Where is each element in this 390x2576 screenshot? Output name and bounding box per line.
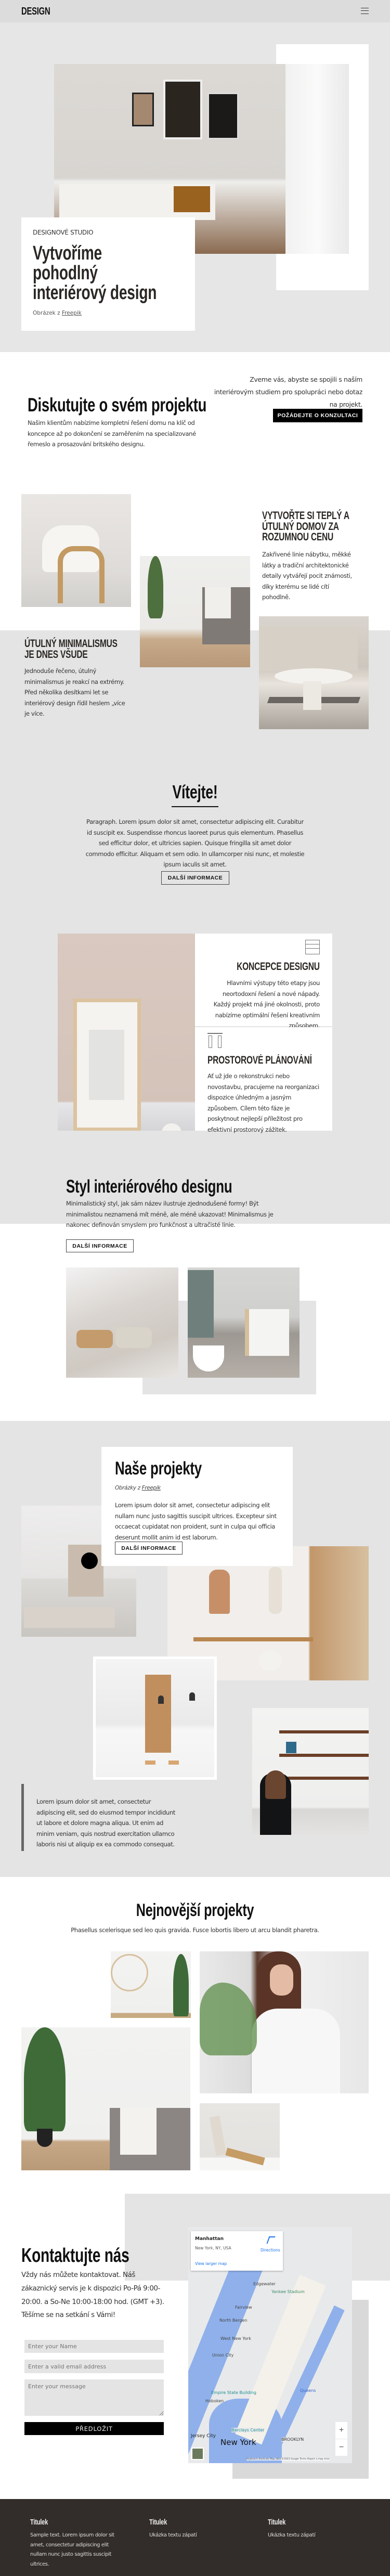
projects-card: Naše projekty Obrázky z Freepik Lorem ip… [101, 1447, 293, 1566]
service-title: PROSTOROVÉ PLÁNOVÁNÍ [207, 1054, 312, 1066]
sofa-table-image [259, 616, 369, 729]
map-label: West New York [220, 2336, 251, 2341]
style-title: Styl interiérového designu [66, 1176, 232, 1197]
welcome-title: Vítejte! [172, 781, 218, 802]
curtains-icon [207, 1033, 223, 1048]
projects-title: Naše projekty [115, 1458, 202, 1479]
plant-sofa-image [140, 556, 250, 667]
map-label: Empire State Building [211, 2390, 256, 2395]
freepik-link[interactable]: Freepik [142, 1485, 161, 1491]
warm-home-text: Zakřivené linie nábytku, měkké látky a t… [262, 551, 352, 601]
map-label: North Bergen [219, 2318, 248, 2323]
footer-column-title: Titulek [268, 2518, 286, 2527]
map-label: Brooklyn [281, 2437, 304, 2442]
hero-eyebrow: DESIGNOVÉ STUDIO [33, 229, 94, 236]
projects-text: Lorem ipsum dolor sit amet, consectetur … [115, 1501, 277, 1541]
woman-reading-image [200, 1951, 369, 2093]
discuss-text: Našim klientům nabízíme kompletní řešení… [28, 419, 196, 448]
woman-kitchen-image [252, 1708, 369, 1835]
satellite-toggle[interactable] [191, 2448, 204, 2460]
footer-column-title: Titulek [149, 2518, 167, 2527]
message-textarea[interactable] [24, 2379, 164, 2416]
minimalism-text: Jednoduše řečeno, útulný minimalismus je… [24, 667, 125, 717]
map-label: Union City [212, 2353, 234, 2358]
patio-cushions-image [66, 1267, 178, 1378]
projects-more-button[interactable]: DALŠÍ INFORMACE [115, 1542, 183, 1555]
map-zoom-out-button[interactable]: − [335, 2439, 347, 2456]
outdoor-armchairs-image [188, 1267, 300, 1378]
armchair-image [21, 494, 131, 607]
map-label: Fairview [235, 2305, 252, 2310]
map-label: Edgewater [253, 2282, 276, 2286]
footer-column-text: Ukázka textu zápatí [149, 2532, 197, 2538]
welcome-more-button[interactable]: DALŠÍ INFORMACE [161, 871, 229, 885]
discuss-title: Diskutujte o svém projektu [28, 394, 207, 416]
hero-card: DESIGNOVÉ STUDIO Vytvoříme pohodlný inte… [21, 217, 195, 331]
site-header: DESIGN [0, 0, 390, 22]
latest-subtitle: Phasellus scelerisque sed leo quis gravi… [71, 1926, 319, 1934]
directions-icon[interactable] [266, 2236, 276, 2244]
map-address: New York, NY, USA [195, 2246, 231, 2250]
map-info-card: Manhattan New York, NY, USA Directions V… [191, 2231, 283, 2271]
service-text: Ať už jde o rekonstrukci nebo novostavbu… [207, 1072, 319, 1133]
map-label: Jersey City [191, 2433, 216, 2439]
hero-title-line-1: Vytvoříme [33, 242, 102, 264]
lounge-chair-image [200, 2103, 280, 2170]
minimalism-title: ÚTULNÝ MINIMALISMUS JE DNES VŠUDE [24, 638, 118, 661]
footer-column-title: Titulek [30, 2518, 48, 2527]
hero-credit: Obrázek z Freepik [33, 310, 82, 316]
service-title: KONCEPCE DESIGNU [237, 961, 320, 973]
contact-text: Vždy nás můžete kontaktovat. Náš zákazni… [21, 2271, 164, 2320]
email-input[interactable] [24, 2360, 164, 2373]
drawer-cabinet-icon [305, 940, 320, 954]
style-more-button[interactable]: DALŠÍ INFORMACE [66, 1239, 134, 1252]
service-card-planning: PROSTOROVÉ PLÁNOVÁNÍ Ať už jde o rekonst… [195, 1027, 332, 1133]
mirror-plant-image [111, 1951, 191, 2018]
welcome-text: Paragraph. Lorem ipsum dolor sit amet, c… [85, 818, 305, 868]
map-embed[interactable]: Yankee Stadium Edgewater Fairview North … [188, 2227, 352, 2463]
quote-bar [21, 1784, 24, 1851]
projects-quote: Lorem ipsum dolor sit amet, consectetur … [36, 1798, 176, 1848]
footer-column-text: Ukázka textu zápatí [268, 2532, 316, 2538]
map-city-label: New York [220, 2438, 256, 2447]
plant-sofa-project-image [21, 2027, 190, 2170]
consultation-button[interactable]: POŽÁDEJTE O KONZULTACI [273, 409, 362, 422]
hamburger-icon[interactable] [361, 8, 369, 14]
service-text: Hlavními výstupy této etapy jsou neortod… [213, 979, 320, 1029]
view-larger-map-link[interactable]: View larger map [195, 2261, 227, 2266]
map-directions-link[interactable]: Directions [261, 2248, 280, 2253]
map-label: Hoboken [205, 2399, 224, 2403]
hero-title-line-2: pohodlný [33, 262, 98, 284]
projects-credit: Obrázky z Freepik [115, 1485, 161, 1491]
latest-title: Nejnovější projekty [136, 1900, 254, 1920]
contact-title: Kontaktujte nás [21, 2245, 129, 2267]
map-zoom-in-button[interactable]: + [335, 2422, 347, 2439]
hero-title-line-3: interiérový design [33, 282, 157, 304]
hero-credit-prefix: Obrázek z [33, 310, 60, 316]
site-footer: Titulek Sample text. Lorem ipsum dolor s… [0, 2499, 390, 2576]
map-label: Barclays Center [231, 2428, 265, 2432]
submit-button[interactable]: PŘEDLOŽIT [24, 2422, 164, 2435]
footer-column-text: Sample text. Lorem ipsum dolor sit amet,… [30, 2532, 114, 2567]
map-attribution: Keyboard shortcuts Map data ©2023 Google… [246, 2458, 330, 2461]
kitchen-image [93, 1656, 217, 1780]
warm-home-title: VYTVOŘTE SI TEPLÝ A ÚTULNÝ DOMOV ZA ROZU… [262, 510, 349, 543]
map-place-name: Manhattan [195, 2236, 224, 2242]
welcome-divider [172, 806, 218, 807]
map-label: Yankee Stadium [271, 2289, 305, 2294]
style-text: Minimalistický styl, jak sám název ilust… [66, 1200, 274, 1228]
name-input[interactable] [24, 2340, 164, 2353]
frame-vase-image [58, 934, 195, 1131]
logo[interactable]: DESIGN [21, 6, 50, 18]
freepik-link[interactable]: Freepik [62, 310, 82, 316]
discuss-invite: Zveme vás, abyste se spojili s naším int… [214, 376, 362, 408]
service-card-concept: KONCEPCE DESIGNU Hlavními výstupy této e… [195, 934, 332, 1029]
map-label: Queens [300, 2388, 316, 2393]
projects-credit-prefix: Obrázky z [115, 1485, 140, 1491]
